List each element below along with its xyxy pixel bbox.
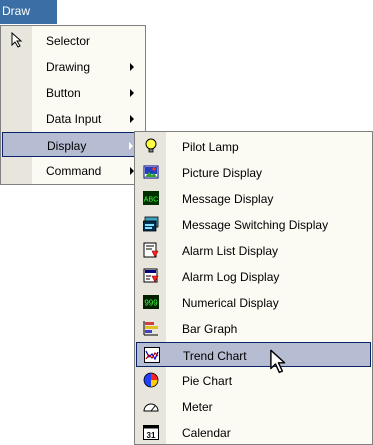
menu-item-label: Command [46,164,102,178]
menu-item-alarm-list-display[interactable]: Alarm List Display [136,238,371,263]
display-submenu: Pilot Lamp Picture Display ABC Message D… [134,131,373,445]
menu-draw[interactable]: Draw [0,0,57,24]
menu-item-drawing[interactable]: Drawing [2,54,144,79]
menu-item-calendar[interactable]: 31 Calendar [136,420,371,445]
message-display-icon: ABC [143,191,159,205]
calendar-icon: 31 [143,425,159,440]
svg-text:31: 31 [147,431,156,440]
menu-item-selector[interactable]: Selector [2,28,144,53]
menu-item-label: Message Switching Display [182,218,329,232]
svg-text:999: 999 [144,299,158,308]
numerical-display-icon: 999 [143,295,159,309]
menu-item-label: Alarm Log Display [182,270,280,284]
menu-item-label: Meter [182,400,213,414]
submenu-arrow-icon [130,63,134,71]
menu-item-numerical-display[interactable]: 999 Numerical Display [136,290,371,315]
bar-graph-icon [143,321,158,336]
menu-item-alarm-log-display[interactable]: Alarm Log Display [136,264,371,289]
mouse-cursor-icon [270,349,286,374]
menu-item-label: Picture Display [182,166,263,180]
menu-item-trend-chart[interactable]: Trend Chart [136,342,371,367]
alarm-list-icon [143,242,159,258]
menu-item-bar-graph[interactable]: Bar Graph [136,316,371,341]
submenu-arrow-icon [130,115,134,123]
meter-icon [143,403,159,412]
menu-item-label: Alarm List Display [182,244,279,258]
menu-item-meter[interactable]: Meter [136,394,371,419]
menu-item-label: Drawing [46,60,91,74]
menu-item-button[interactable]: Button [2,80,144,105]
submenu-arrow-icon [130,89,134,97]
submenu-arrow-icon [129,142,133,150]
menu-item-label: Data Input [46,112,102,126]
menu-item-label: Calendar [182,426,231,440]
menu-item-picture-display[interactable]: Picture Display [136,160,371,185]
menu-item-label: Selector [46,34,91,48]
menu-item-display[interactable]: Display [2,132,144,157]
cursor-arrow-icon [11,32,23,48]
menu-item-label: Trend Chart [183,349,247,363]
lamp-icon [145,138,157,153]
svg-text:ABC: ABC [144,197,158,204]
menu-draw-label: Draw [2,4,31,18]
menu-item-pilot-lamp[interactable]: Pilot Lamp [136,134,371,159]
menu-item-message-switching-display[interactable]: Message Switching Display [136,212,371,237]
menu-item-data-input[interactable]: Data Input [2,106,144,131]
menu-item-label: Pie Chart [182,374,233,388]
trend-chart-icon [144,347,160,363]
pie-chart-icon [143,372,159,388]
menu-item-label: Pilot Lamp [182,140,239,154]
menu-item-label: Button [46,86,81,100]
menu-item-label: Display [47,139,87,153]
menu-item-label: Bar Graph [182,322,238,336]
draw-menu: Selector Drawing Button Data Input Displ… [0,25,146,185]
menu-item-command[interactable]: Command [2,158,144,183]
menu-item-label: Numerical Display [182,296,279,310]
message-switching-icon [143,216,159,232]
menu-item-message-display[interactable]: ABC Message Display [136,186,371,211]
alarm-log-icon [143,268,159,283]
picture-icon [143,165,159,179]
menu-item-label: Message Display [182,192,274,206]
menu-item-pie-chart[interactable]: Pie Chart [136,368,371,393]
